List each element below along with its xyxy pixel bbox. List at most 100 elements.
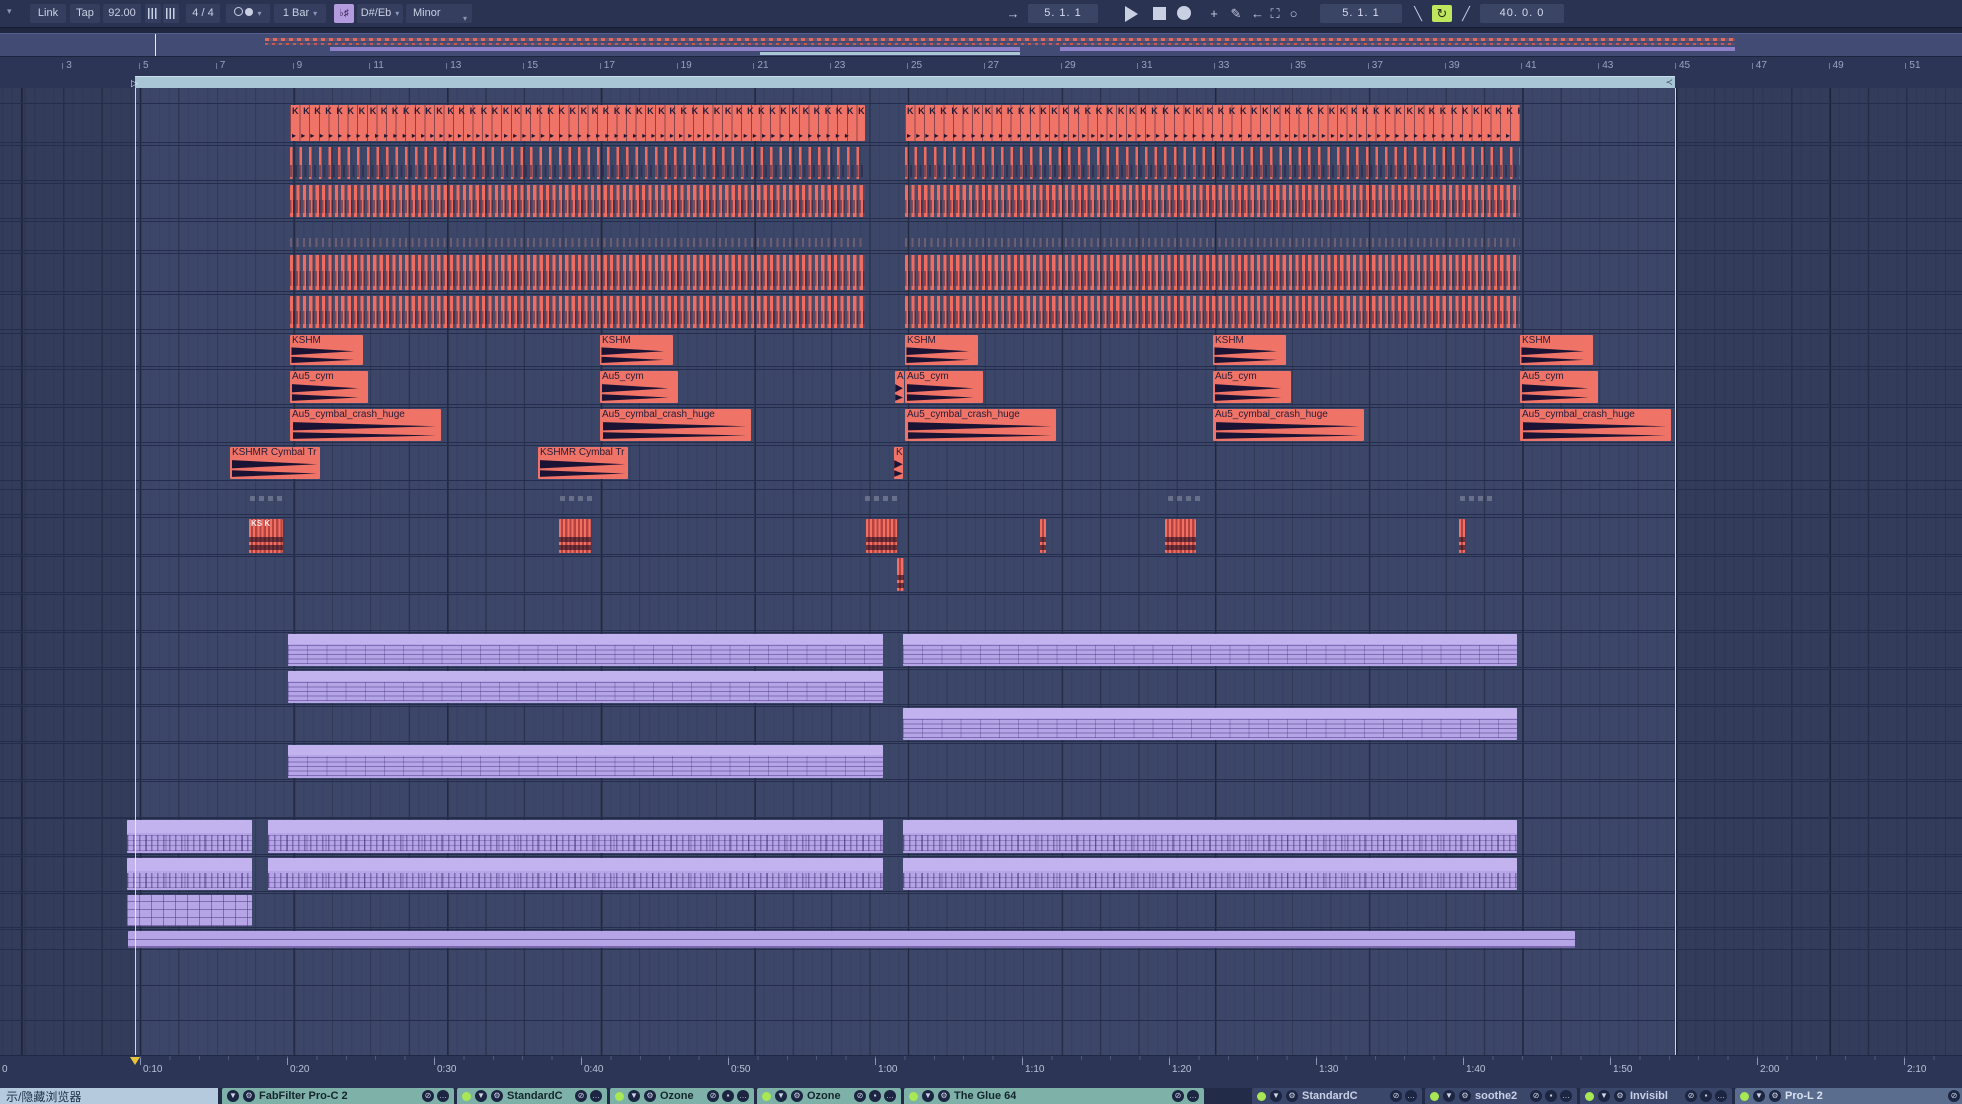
clip[interactable] <box>1040 519 1046 553</box>
disk-icon[interactable]: ▪ <box>1700 1090 1712 1102</box>
clip[interactable] <box>290 296 865 328</box>
arrangement-position-field[interactable]: 5. 1. 1 <box>1028 4 1098 23</box>
device-on-led[interactable] <box>1740 1092 1749 1101</box>
clip[interactable]: KS K <box>249 519 283 553</box>
clip[interactable] <box>288 634 883 666</box>
clip[interactable]: KSHM <box>290 335 363 365</box>
clip[interactable]: KSHM <box>905 335 978 365</box>
clip[interactable]: A <box>895 371 904 403</box>
track-row[interactable]: Au5_cymbal_crash_huge Au5_cymbal_crash_hu… <box>0 407 1962 443</box>
track-row[interactable]: KSHMR Cymbal Tr KSHMR Cymbal Tr K <box>0 445 1962 481</box>
time-signature-field[interactable]: 4 / 4 <box>186 4 220 23</box>
clip[interactable]: Au5_cymbal_crash_huge <box>905 409 1056 441</box>
tap-tempo-button[interactable]: Tap <box>70 4 100 23</box>
track-row[interactable] <box>0 669 1962 705</box>
slash-icon[interactable]: ⊘ <box>854 1090 866 1102</box>
clip[interactable] <box>903 708 1517 740</box>
clip[interactable] <box>903 634 1517 666</box>
device-on-led[interactable] <box>462 1092 471 1101</box>
clip[interactable] <box>905 296 1520 328</box>
clip[interactable] <box>290 185 865 217</box>
scale-root-menu[interactable]: D#/Eb▾ <box>357 4 403 23</box>
clip[interactable]: Au5_cym <box>290 371 368 403</box>
clip[interactable]: KSHMR Cymbal Tr <box>538 447 628 479</box>
device-on-led[interactable] <box>615 1092 624 1101</box>
device-on-led[interactable] <box>1257 1092 1266 1101</box>
clip[interactable] <box>1168 496 1204 501</box>
disk-icon[interactable]: ▪ <box>722 1090 734 1102</box>
unfold-device-icon[interactable]: ▼ <box>922 1090 934 1102</box>
track-row[interactable] <box>0 145 1962 181</box>
clip[interactable] <box>127 895 252 926</box>
clip[interactable] <box>1459 519 1465 553</box>
slash-icon[interactable]: ⊘ <box>1530 1090 1542 1102</box>
punch-out-icon[interactable]: ╱ <box>1457 5 1475 22</box>
track-row[interactable]: KSHMKSHMKSHMKSHMKSHM <box>0 333 1962 367</box>
clip[interactable] <box>268 820 883 853</box>
clip[interactable] <box>897 558 904 591</box>
track-row[interactable]: Au5_cymAu5_cymAAu5_cymAu5_cymAu5_cym <box>0 369 1962 405</box>
unfold-device-icon[interactable]: ▼ <box>628 1090 640 1102</box>
device-settings-icon[interactable]: ⚙ <box>938 1090 950 1102</box>
device-chip[interactable]: ▼⚙The Glue 64⊘… <box>904 1088 1204 1104</box>
track-row[interactable] <box>0 632 1962 668</box>
device-settings-icon[interactable]: ⚙ <box>243 1090 255 1102</box>
play-button[interactable] <box>1125 6 1138 22</box>
loop-start-field[interactable]: 5. 1. 1 <box>1320 4 1402 23</box>
link-button[interactable]: Link <box>30 4 66 23</box>
track-row[interactable] <box>0 253 1962 292</box>
device-chip[interactable]: ▼⚙Ozone⊘▪… <box>610 1088 754 1104</box>
device-settings-icon[interactable]: ⚙ <box>644 1090 656 1102</box>
track-row[interactable] <box>0 856 1962 892</box>
clip[interactable] <box>288 671 883 703</box>
dots-icon[interactable]: … <box>590 1090 602 1102</box>
clip[interactable] <box>865 496 901 501</box>
quantize-menu[interactable]: 1 Bar▾ <box>274 4 326 23</box>
slash-icon[interactable]: ⊘ <box>1390 1090 1402 1102</box>
clip[interactable] <box>288 745 883 778</box>
track-row[interactable]: KS K <box>0 517 1962 555</box>
track-row[interactable] <box>0 294 1962 330</box>
clip[interactable] <box>290 238 865 247</box>
unfold-device-icon[interactable]: ▼ <box>1598 1090 1610 1102</box>
insert-marker-icon[interactable] <box>130 1057 140 1065</box>
device-chip[interactable]: ▼⚙Ozone⊘▪… <box>757 1088 901 1104</box>
follow-frame-icon[interactable]: ⛶ <box>1267 5 1283 22</box>
device-on-led[interactable] <box>909 1092 918 1101</box>
slash-icon[interactable]: ⊘ <box>1685 1090 1697 1102</box>
unfold-device-icon[interactable]: ▼ <box>1753 1090 1765 1102</box>
clip[interactable] <box>268 858 883 890</box>
clip[interactable] <box>290 255 865 290</box>
device-settings-icon[interactable]: ⚙ <box>1286 1090 1298 1102</box>
clip[interactable]: Au5_cym <box>600 371 678 403</box>
track-row[interactable] <box>0 221 1962 251</box>
follow-button[interactable]: → <box>1003 5 1023 22</box>
clip[interactable]: KSHMR Cymbal Tr <box>230 447 320 479</box>
overdub-icon[interactable]: ○ <box>1286 5 1301 22</box>
clip[interactable]: KSHM <box>1520 335 1593 365</box>
dots-icon[interactable]: … <box>1560 1090 1572 1102</box>
device-chip[interactable]: ▼⚙FabFilter Pro-C 2⊘… <box>222 1088 454 1104</box>
track-row[interactable] <box>0 929 1962 950</box>
clip[interactable]: Au5_cymbal_crash_huge <box>1520 409 1671 441</box>
device-chip[interactable]: ▼⚙Pro-L 2⊘ <box>1735 1088 1962 1104</box>
time-ruler[interactable]: 00:100:200:300:400:501:001:101:201:301:4… <box>0 1055 1962 1088</box>
unfold-device-icon[interactable]: ▼ <box>1270 1090 1282 1102</box>
dots-icon[interactable]: … <box>737 1090 749 1102</box>
clip[interactable]: Au5_cym <box>1520 371 1598 403</box>
clip[interactable] <box>903 820 1517 853</box>
device-chip[interactable]: ▼⚙Invisibl⊘▪… <box>1580 1088 1732 1104</box>
track-row[interactable] <box>0 818 1962 855</box>
track-row[interactable]: KKKKKKKKKKKKKKKKKKKKKKKKKKKKKKKKKKKKKKKK… <box>0 103 1962 143</box>
browser-toggle-status[interactable]: 示/隐藏浏览器 <box>0 1088 218 1104</box>
loop-length-field[interactable]: 40. 0. 0 <box>1480 4 1564 23</box>
dots-icon[interactable]: … <box>884 1090 896 1102</box>
clip[interactable]: K <box>894 447 903 479</box>
record-button[interactable] <box>1177 6 1191 20</box>
scale-mode-button[interactable]: ♭♯ <box>334 4 354 23</box>
collapse-caret-icon[interactable]: ▾ <box>7 6 12 17</box>
device-settings-icon[interactable]: ⚙ <box>1614 1090 1626 1102</box>
dots-icon[interactable]: … <box>1405 1090 1417 1102</box>
clip[interactable]: Au5_cymbal_crash_huge <box>290 409 441 441</box>
plus-icon[interactable]: + <box>1206 5 1222 22</box>
